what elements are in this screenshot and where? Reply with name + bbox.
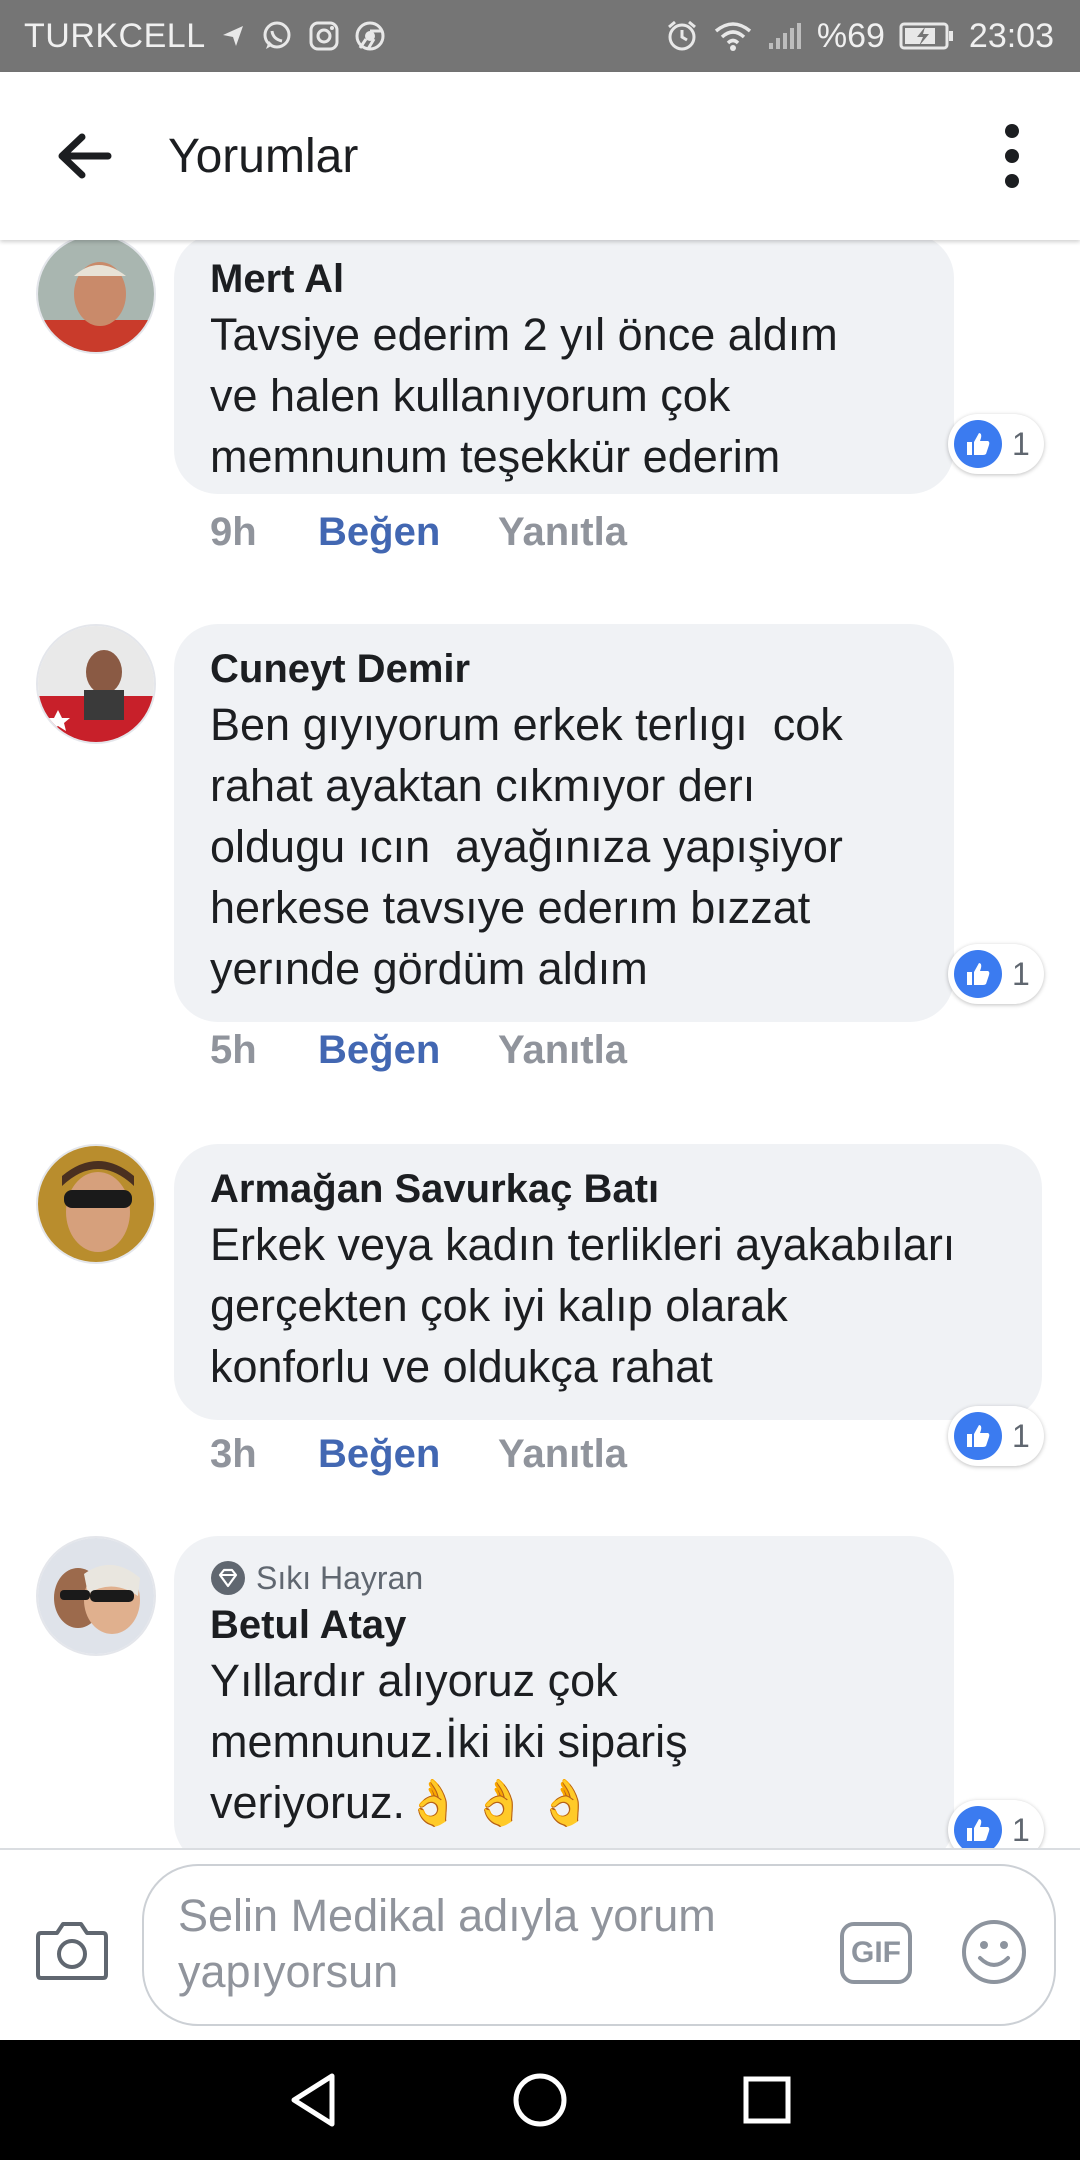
avatar[interactable]: [36, 240, 156, 354]
reaction-number: 1: [1012, 425, 1030, 462]
comment-actions: 5h Beğen Yanıtla: [210, 1028, 627, 1073]
comment-text: Yıllardır alıyoruz çok memnunuz.İki iki …: [210, 1650, 918, 1833]
page-title: Yorumlar: [168, 129, 359, 183]
comment-author[interactable]: Mert Al: [210, 254, 918, 304]
reaction-number: 1: [1012, 955, 1030, 992]
comment-text: Tavsiye ederim 2 yıl önce aldım ve halen…: [210, 309, 838, 482]
reaction-count[interactable]: 1: [948, 944, 1044, 1004]
circle-home-icon: [513, 2073, 567, 2127]
reaction-count[interactable]: 1: [948, 1406, 1044, 1466]
screen: TURKCELL %69 23:03 Yorumlar Mert Al Tavs…: [0, 0, 1080, 2160]
app-bar: Yorumlar: [0, 72, 1080, 240]
whatsapp-icon: [260, 19, 294, 53]
comment-author[interactable]: Armağan Savurkaç Batı: [210, 1164, 1006, 1214]
comment-bubble[interactable]: Cuneyt Demir Ben gıyıyorum erkek terlıgı…: [174, 624, 954, 1022]
signal-icon: [767, 21, 803, 51]
back-arrow-icon: [58, 133, 112, 179]
comment-bubble[interactable]: Mert Al Tavsiye ederim 2 yıl önce aldım …: [174, 240, 954, 494]
camera-icon: [36, 1922, 108, 1980]
comment-bubble[interactable]: Armağan Savurkaç Batı Erkek veya kadın t…: [174, 1144, 1042, 1420]
reaction-count[interactable]: 1: [948, 414, 1044, 474]
reaction-count[interactable]: 1: [948, 1800, 1044, 1852]
avatar[interactable]: [36, 1536, 156, 1656]
like-reaction-icon: [954, 420, 1002, 468]
chrome-icon: [354, 20, 386, 52]
comment-time[interactable]: 5h: [210, 1028, 318, 1073]
back-button[interactable]: [24, 96, 144, 216]
square-recents-icon: [743, 2076, 791, 2124]
comment-bubble[interactable]: Sıkı Hayran Betul Atay Yıllardır alıyoru…: [174, 1536, 954, 1852]
top-fan-badge: Sıkı Hayran: [210, 1556, 918, 1600]
comment-text: Ben gıyıyorum erkek terlıgı cok rahat ay…: [210, 699, 843, 994]
nav-home-button[interactable]: [480, 2050, 600, 2150]
instagram-icon: [308, 20, 340, 52]
comment-author[interactable]: Cuneyt Demir: [210, 644, 918, 694]
more-vertical-icon: [1005, 124, 1019, 188]
comment-composer: Selin Medikal adıyla yorum yapıyorsun GI…: [0, 1848, 1080, 2040]
ok-hand-emoji: 👌👌👌: [405, 1777, 604, 1828]
reply-button[interactable]: Yanıtla: [498, 510, 627, 555]
carrier-name: TURKCELL: [24, 16, 206, 55]
comment-list[interactable]: Mert Al Tavsiye ederim 2 yıl önce aldım …: [0, 240, 1080, 1852]
like-button[interactable]: Beğen: [318, 510, 498, 555]
like-reaction-icon: [954, 950, 1002, 998]
like-reaction-icon: [954, 1806, 1002, 1852]
comment-actions: 3h Beğen Yanıtla: [210, 1432, 627, 1477]
smiley-icon: [962, 1920, 1026, 1984]
alarm-icon: [665, 19, 699, 53]
comment-text: Erkek veya kadın terlikleri ayakabıları …: [210, 1219, 956, 1392]
reaction-number: 1: [1012, 1811, 1030, 1848]
clock: 23:03: [968, 16, 1054, 55]
location-arrow-icon: [220, 23, 246, 49]
reply-button[interactable]: Yanıtla: [498, 1028, 627, 1073]
status-bar: TURKCELL %69 23:03: [0, 0, 1080, 72]
comment-time[interactable]: 9h: [210, 510, 318, 555]
avatar[interactable]: [36, 624, 156, 744]
reply-button[interactable]: Yanıtla: [498, 1432, 627, 1477]
comment-input[interactable]: Selin Medikal adıyla yorum yapıyorsun GI…: [142, 1864, 1056, 2026]
battery-charging-icon: [899, 21, 955, 51]
nav-recents-button[interactable]: [707, 2050, 827, 2150]
camera-button[interactable]: [32, 1912, 112, 1988]
gif-button[interactable]: GIF: [840, 1922, 912, 1984]
emoji-button[interactable]: [958, 1916, 1030, 1988]
like-reaction-icon: [954, 1412, 1002, 1460]
battery-percent: %69: [816, 16, 885, 55]
nav-back-button[interactable]: [253, 2050, 373, 2150]
comment-time[interactable]: 3h: [210, 1432, 318, 1477]
comment-actions: 9h Beğen Yanıtla: [210, 510, 627, 555]
more-options-button[interactable]: [972, 96, 1052, 216]
reaction-number: 1: [1012, 1417, 1030, 1454]
like-button[interactable]: Beğen: [318, 1028, 498, 1073]
comment-placeholder: Selin Medikal adıyla yorum yapıyorsun: [178, 1890, 716, 1997]
comment-author[interactable]: Betul Atay: [210, 1600, 918, 1650]
like-button[interactable]: Beğen: [318, 1432, 498, 1477]
wifi-icon: [713, 19, 753, 53]
navigation-bar: [0, 2040, 1080, 2160]
triangle-back-icon: [291, 2073, 335, 2127]
badge-label: Sıkı Hayran: [256, 1560, 424, 1596]
avatar[interactable]: [36, 1144, 156, 1264]
diamond-icon: [211, 1561, 245, 1595]
